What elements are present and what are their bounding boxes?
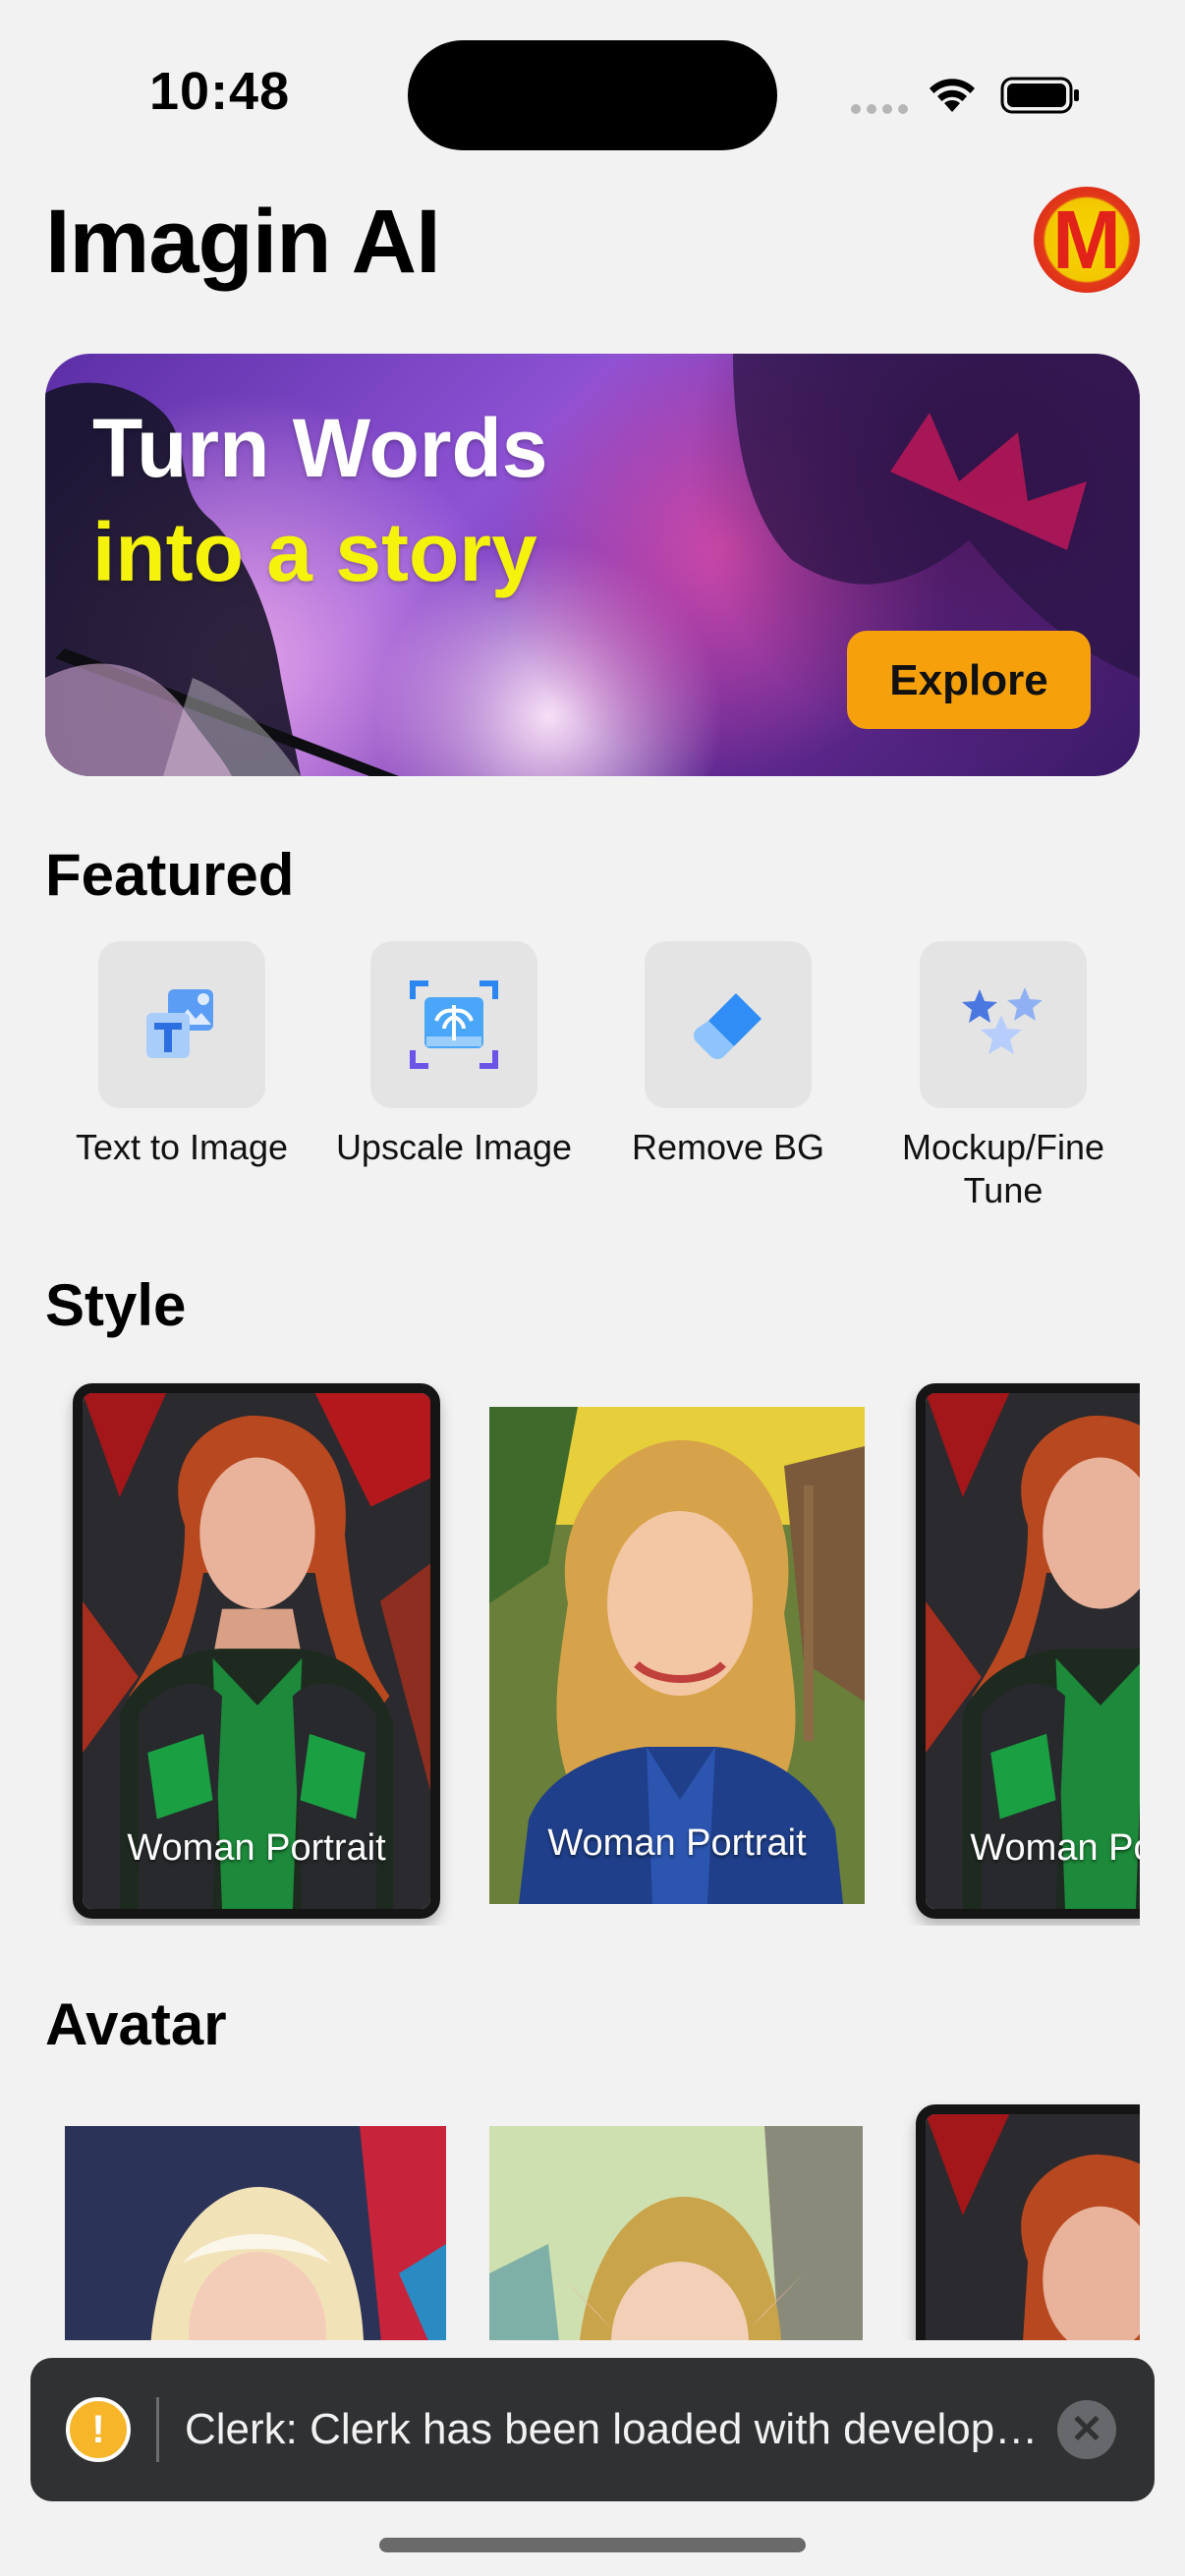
text-to-image-icon: [146, 989, 213, 1058]
style-card-label: Woman Portrait: [970, 1827, 1140, 1869]
avatar-card[interactable]: [489, 2126, 863, 2340]
avatar-image: [489, 2126, 863, 2340]
cellular-signal-icon: [851, 104, 908, 114]
featured-heading: Featured: [45, 842, 295, 908]
feature-upscale-image[interactable]: Upscale Image: [331, 941, 577, 1169]
explore-button[interactable]: Explore: [847, 631, 1091, 729]
toast-message: Clerk: Clerk has been loaded with develo…: [185, 2405, 1069, 2453]
page-title: Imagin AI: [45, 192, 441, 292]
dynamic-island: [408, 40, 777, 150]
avatar-card[interactable]: [916, 2104, 1140, 2340]
avatar-card[interactable]: [65, 2126, 446, 2340]
home-indicator[interactable]: [379, 2538, 806, 2552]
feature-text-to-image[interactable]: Text to Image: [59, 941, 305, 1169]
feature-label: Text to Image: [75, 1127, 289, 1167]
feature-remove-bg[interactable]: Remove BG: [605, 941, 851, 1169]
status-time: 10:48: [149, 62, 291, 121]
style-card-label: Woman Portrait: [127, 1827, 386, 1869]
profile-avatar-button[interactable]: M: [1034, 187, 1140, 293]
avatar-letter: M: [1052, 194, 1121, 286]
promo-banner[interactable]: Turn Words into a story Explore: [45, 354, 1140, 776]
wifi-icon: [930, 79, 975, 112]
banner-title-line1: Turn Words: [92, 402, 548, 494]
dev-warning-toast[interactable]: ! Clerk: Clerk has been loaded with deve…: [30, 2358, 1155, 2501]
feature-label: Upscale Image: [335, 1127, 573, 1167]
battery-icon: [1000, 77, 1079, 114]
style-card[interactable]: Woman Portrait: [489, 1407, 865, 1904]
style-card[interactable]: Woman Portrait: [916, 1383, 1140, 1919]
avatar-carousel[interactable]: [0, 2095, 1140, 2340]
sparkle-stars-icon: [962, 987, 1043, 1054]
avatar-heading: Avatar: [45, 1991, 227, 2057]
eraser-icon: [694, 993, 762, 1059]
feature-mockup-fine-tune[interactable]: Mockup/Fine Tune: [880, 941, 1126, 1212]
feature-label: Remove BG: [631, 1127, 825, 1167]
feature-label: Mockup/Fine Tune: [901, 1127, 1105, 1210]
avatar-image: [926, 2114, 1140, 2340]
avatar-image: [65, 2126, 446, 2340]
style-card[interactable]: Woman Portrait: [73, 1383, 440, 1919]
upscale-image-icon: [410, 980, 498, 1069]
style-card-label: Woman Portrait: [547, 1822, 807, 1864]
toast-divider: [156, 2397, 159, 2462]
style-heading: Style: [45, 1272, 187, 1338]
close-icon[interactable]: ✕: [1057, 2400, 1116, 2459]
banner-title-line2: into a story: [92, 506, 537, 598]
warning-icon: !: [66, 2397, 131, 2462]
style-carousel[interactable]: Woman Portrait Woman Portrait Woman P: [0, 1375, 1140, 1926]
